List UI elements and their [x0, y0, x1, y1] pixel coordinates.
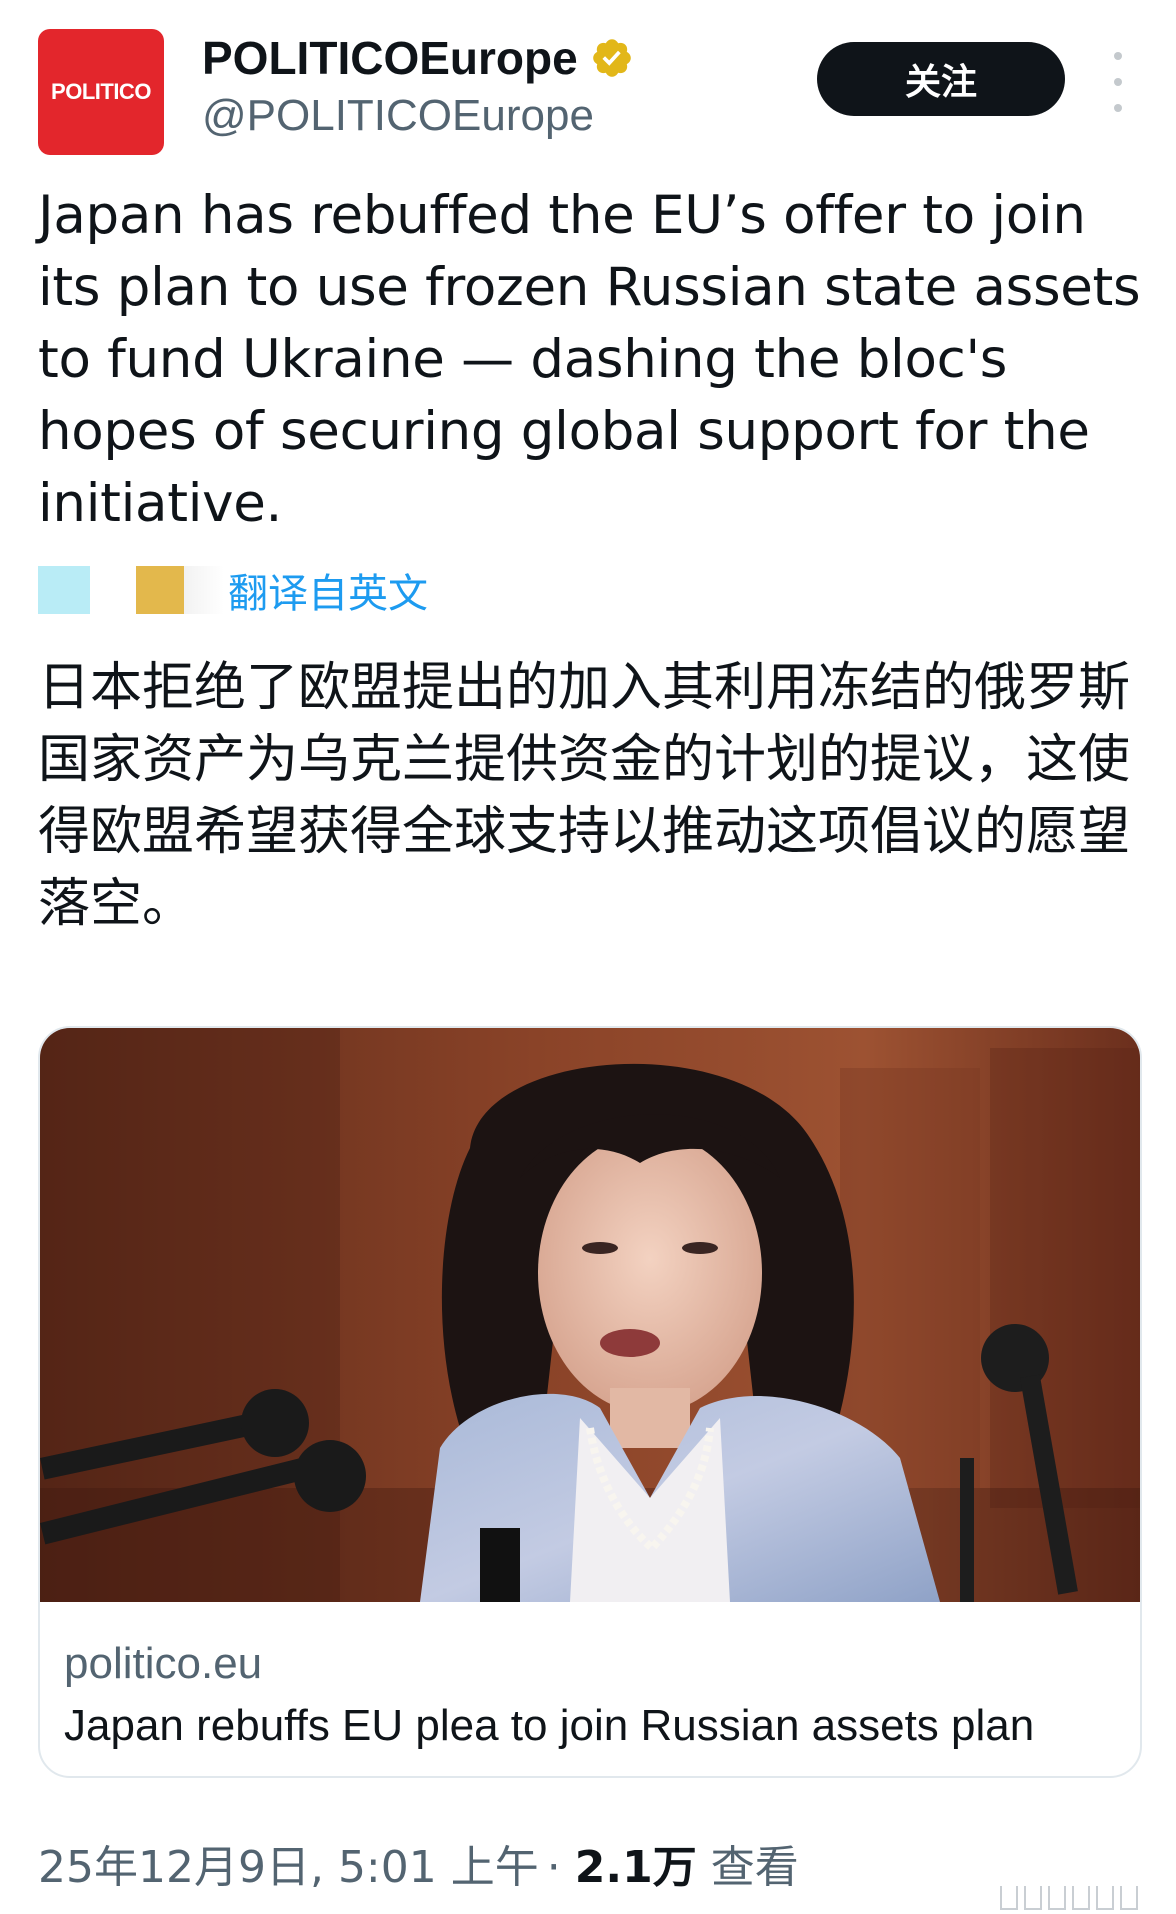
watermark-marks [1000, 1886, 1138, 1910]
more-dot [1114, 52, 1122, 60]
watermark-mark [1096, 1886, 1114, 1910]
watermark-mark [1072, 1886, 1090, 1910]
avatar[interactable]: POLITICO [38, 29, 164, 155]
more-dot [1114, 104, 1122, 112]
tweet-text: Japan has rebuffed the EU’s offer to joi… [38, 185, 1141, 534]
avatar-logo-text: POLITICO [51, 79, 151, 104]
blurred-emoji-1 [38, 566, 90, 614]
more-options-icon[interactable] [1098, 52, 1138, 112]
account-name-row: POLITICOEurope [202, 30, 634, 86]
card-image [40, 1028, 1140, 1602]
meta-separator: · [546, 1842, 561, 1893]
blurred-emoji-3 [184, 566, 224, 614]
speaker-photo [40, 1028, 1140, 1602]
account-handle[interactable]: @POLITICOEurope [202, 88, 594, 144]
blurred-emoji-2 [136, 566, 184, 614]
verified-badge-icon [592, 39, 631, 77]
link-preview-card[interactable]: politico.eu Japan rebuffs EU plea to joi… [38, 1026, 1142, 1778]
display-name[interactable]: POLITICOEurope [202, 30, 578, 86]
timestamp[interactable]: 25年12月9日, 5:01 上午 [38, 1840, 539, 1896]
translate-row: 翻译自英文 [38, 560, 428, 620]
translated-text: 日本拒绝了欧盟提出的加入其利用冻结的俄罗斯国家资产为乌克兰提供资金的计划的提议，… [38, 658, 1131, 934]
watermark-mark [1000, 1886, 1018, 1910]
views-label: 查看 [710, 1842, 799, 1893]
card-title: Japan rebuffs EU plea to join Russian as… [64, 1701, 1035, 1750]
translate-link[interactable]: 翻译自英文 [228, 561, 428, 619]
watermark-mark [1120, 1886, 1138, 1910]
card-domain: politico.eu [64, 1639, 263, 1688]
views-count: 2.1万 [574, 1842, 697, 1893]
watermark-mark [1048, 1886, 1066, 1910]
tweet-meta: 25年12月9日, 5:01 上午 · 2.1万 查看 [38, 1840, 799, 1896]
more-dot [1114, 78, 1122, 86]
watermark-mark [1024, 1886, 1042, 1910]
follow-button[interactable]: 关注 [817, 42, 1065, 116]
